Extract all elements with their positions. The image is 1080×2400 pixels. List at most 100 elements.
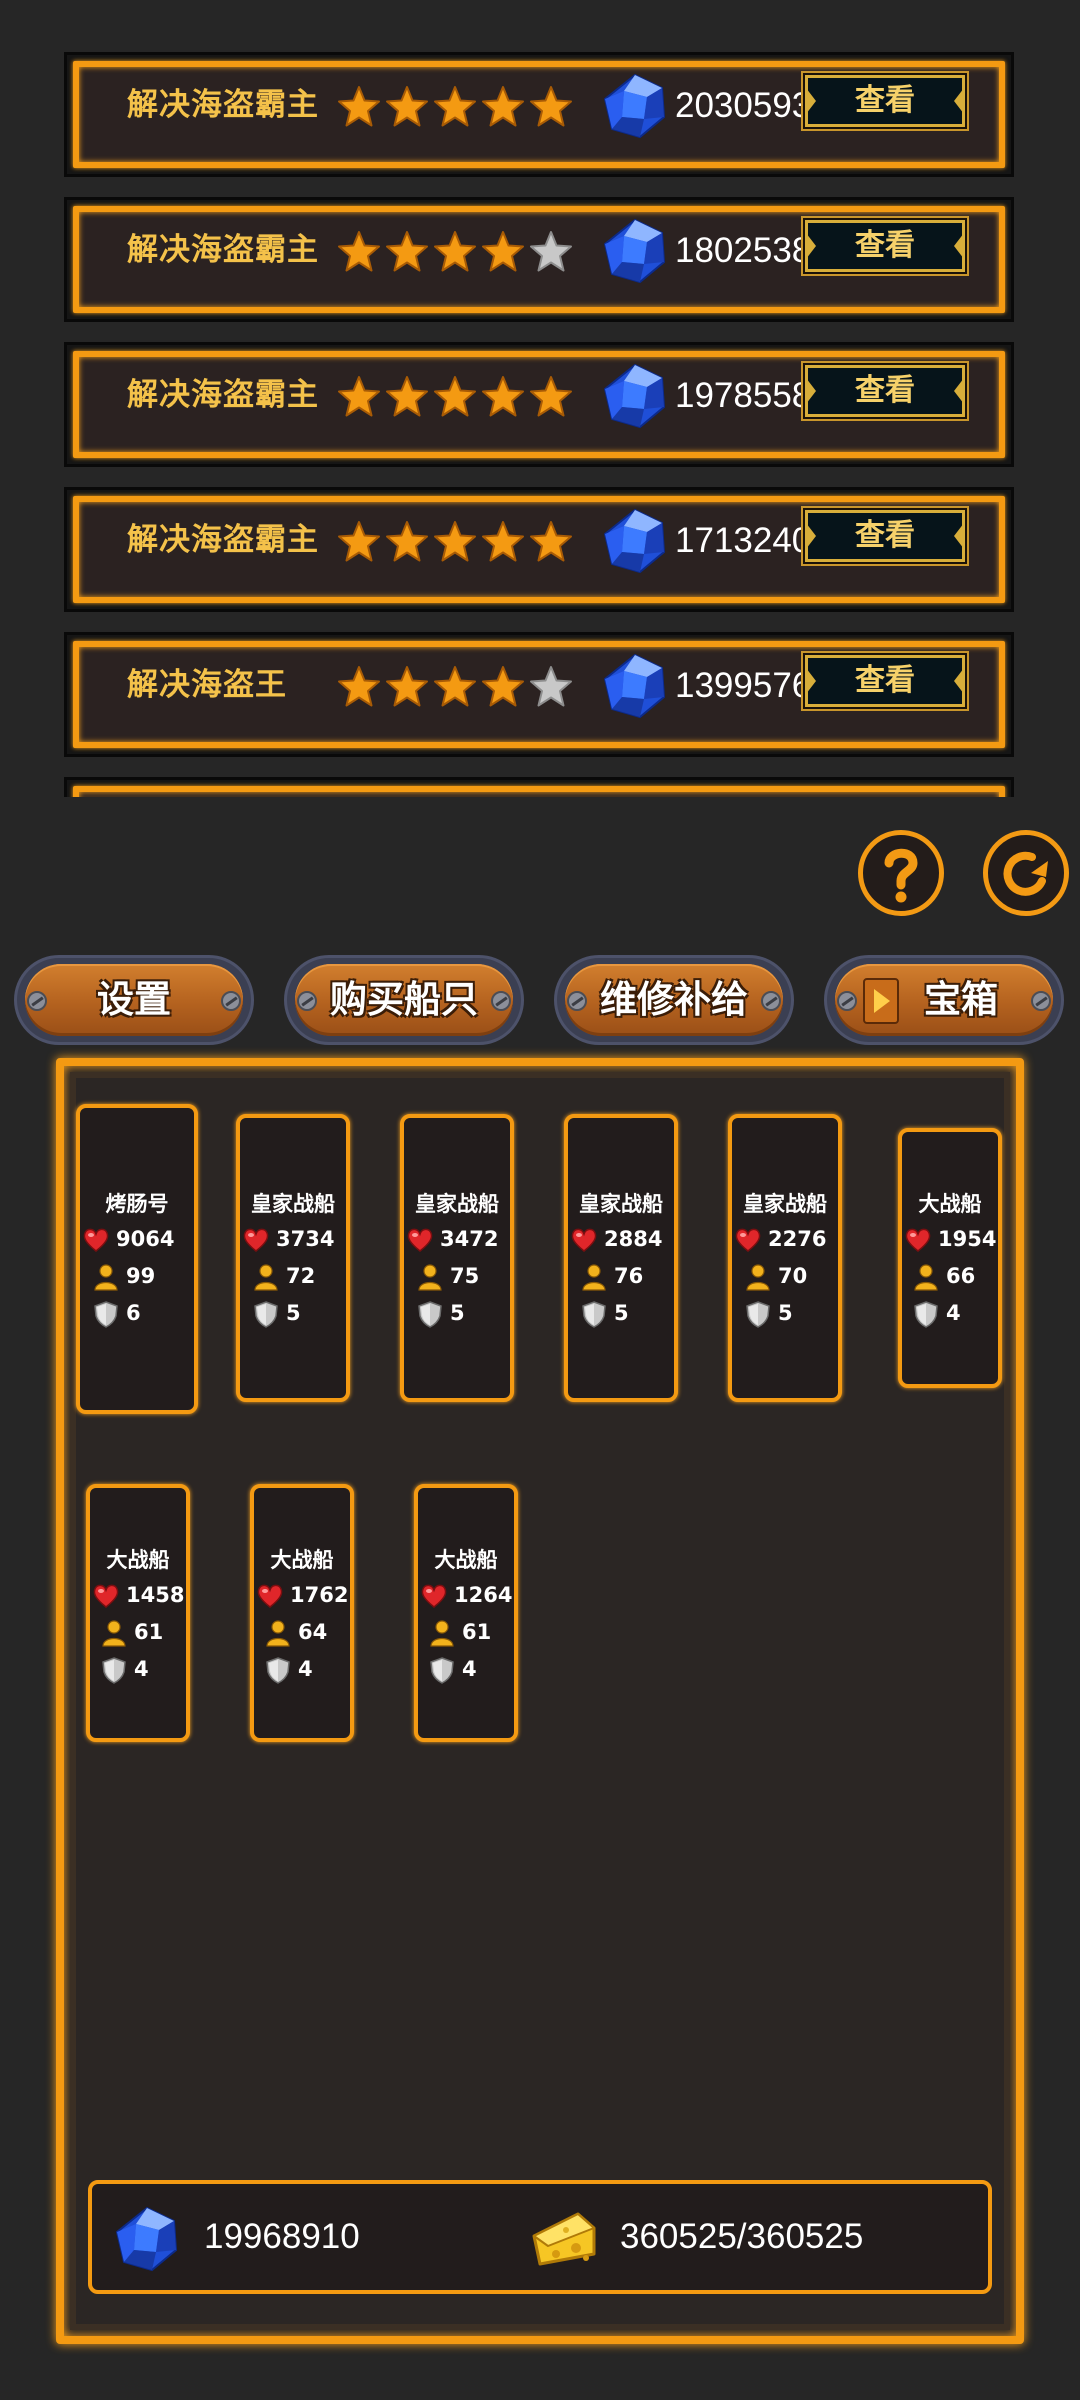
ship-hp: 1458 [126, 1583, 185, 1607]
heart-icon [257, 1584, 283, 1608]
heart-icon [571, 1228, 597, 1252]
mission-score: 2030593 [675, 86, 812, 125]
star-filled-icon [434, 521, 476, 562]
ship-card[interactable]: 大战船 1458 61 4 [86, 1484, 190, 1742]
shield-icon [266, 1657, 290, 1684]
star-rating [337, 230, 577, 274]
ship-card[interactable]: 皇家战船 2276 70 5 [728, 1114, 842, 1402]
shield-icon [430, 1657, 454, 1684]
ship-hp: 2276 [768, 1227, 827, 1251]
view-button[interactable]: 查看 [805, 510, 965, 562]
ship-crew: 66 [946, 1264, 976, 1288]
ship-armor: 5 [778, 1301, 793, 1325]
heart-icon [421, 1584, 447, 1608]
ship-card[interactable]: 大战船 1954 66 4 [898, 1128, 1002, 1388]
ship-name: 大战船 [106, 1548, 170, 1572]
mission-score: 1802538 [675, 231, 812, 270]
star-filled-icon [434, 376, 476, 417]
star-filled-icon [338, 86, 380, 127]
ship-name: 皇家战船 [579, 1192, 663, 1216]
buy-ships-button[interactable]: 购买船只 [284, 955, 524, 1045]
question-mark-icon [884, 848, 918, 903]
shield-icon [254, 1301, 278, 1328]
ship-armor: 4 [134, 1657, 149, 1681]
ship-hp: 1762 [290, 1583, 349, 1607]
gem-icon [603, 73, 666, 139]
ship-card[interactable]: 皇家战船 2884 76 5 [564, 1114, 678, 1402]
ship-name: 大战船 [434, 1548, 498, 1572]
star-filled-icon [482, 376, 524, 417]
ship-card[interactable]: 大战船 1762 64 4 [250, 1484, 354, 1742]
view-button-label: 查看 [855, 518, 915, 553]
star-filled-icon [386, 86, 428, 127]
gem-count: 19968910 [204, 2217, 360, 2256]
shield-icon [102, 1657, 126, 1684]
person-icon [102, 1620, 126, 1647]
star-filled-icon [530, 521, 572, 562]
ship-crew: 76 [614, 1264, 644, 1288]
refresh-icon [1003, 851, 1048, 896]
view-button[interactable]: 查看 [805, 220, 965, 272]
shield-icon [746, 1301, 770, 1328]
mission-title: 解决海盗霸主 [127, 377, 319, 413]
star-filled-icon [530, 86, 572, 127]
heart-icon [407, 1228, 433, 1252]
star-empty-icon [530, 231, 572, 272]
mission-title: 解决海盗霸主 [127, 87, 319, 123]
ship-card[interactable]: 大战船 1264 61 4 [414, 1484, 518, 1742]
ship-name: 烤肠号 [105, 1192, 169, 1216]
mission-score: 1713240 [675, 521, 812, 560]
repair-button[interactable]: 维修补给 [554, 955, 794, 1045]
view-button[interactable]: 查看 [805, 75, 965, 127]
mission-row: 解决海盗霸主 2030593 查看 [64, 52, 1014, 177]
ship-armor: 4 [946, 1301, 961, 1325]
fleet-panel: 烤肠号 9064 99 6 皇家战船 3734 72 5 皇家战船 3472 7… [56, 1058, 1024, 2344]
mission-list[interactable]: 解决海盗霸主 2030593 查看 解决海盗霸主 1802538 查看 解决海盗… [64, 52, 1014, 797]
ship-armor: 4 [298, 1657, 313, 1681]
view-button[interactable]: 查看 [805, 365, 965, 417]
shield-icon [914, 1301, 938, 1328]
star-filled-icon [482, 231, 524, 272]
chest-button[interactable]: 宝箱 [824, 955, 1064, 1045]
person-icon [94, 1264, 118, 1291]
ship-card[interactable]: 皇家战船 3472 75 5 [400, 1114, 514, 1402]
view-button-label: 查看 [855, 228, 915, 263]
star-rating [337, 520, 577, 564]
ship-crew: 99 [126, 1264, 156, 1288]
star-rating [337, 375, 577, 419]
ship-armor: 5 [614, 1301, 629, 1325]
star-filled-icon [434, 231, 476, 272]
person-icon [914, 1264, 938, 1291]
ship-hp: 3734 [276, 1227, 335, 1251]
star-filled-icon [338, 666, 380, 707]
ship-crew: 70 [778, 1264, 808, 1288]
gem-icon [603, 508, 666, 574]
ship-crew: 61 [462, 1620, 492, 1644]
person-icon [254, 1264, 278, 1291]
star-filled-icon [434, 666, 476, 707]
person-icon [746, 1264, 770, 1291]
ship-name: 皇家战船 [251, 1192, 335, 1216]
mission-title: 解决海盗霸主 [127, 232, 319, 268]
gem-icon [603, 218, 666, 284]
shield-icon [582, 1301, 606, 1328]
ship-name: 皇家战船 [743, 1192, 827, 1216]
mission-row-partial [64, 777, 1014, 797]
mission-title: 解决海盗王 [127, 667, 287, 703]
view-button-label: 查看 [855, 663, 915, 698]
chest-label: 宝箱 [924, 978, 998, 1021]
person-icon [430, 1620, 454, 1647]
settings-button[interactable]: 设置 [14, 955, 254, 1045]
ship-armor: 5 [450, 1301, 465, 1325]
star-filled-icon [530, 376, 572, 417]
shield-icon [94, 1301, 118, 1328]
ship-card[interactable]: 烤肠号 9064 99 6 [76, 1104, 198, 1414]
ship-name: 大战船 [270, 1548, 334, 1572]
ship-hp: 9064 [116, 1227, 175, 1251]
view-button-label: 查看 [855, 373, 915, 408]
refresh-button[interactable] [983, 830, 1069, 916]
view-button[interactable]: 查看 [805, 655, 965, 707]
cheese-icon [532, 2212, 596, 2266]
ship-card[interactable]: 皇家战船 3734 72 5 [236, 1114, 350, 1402]
help-button[interactable] [858, 830, 944, 916]
